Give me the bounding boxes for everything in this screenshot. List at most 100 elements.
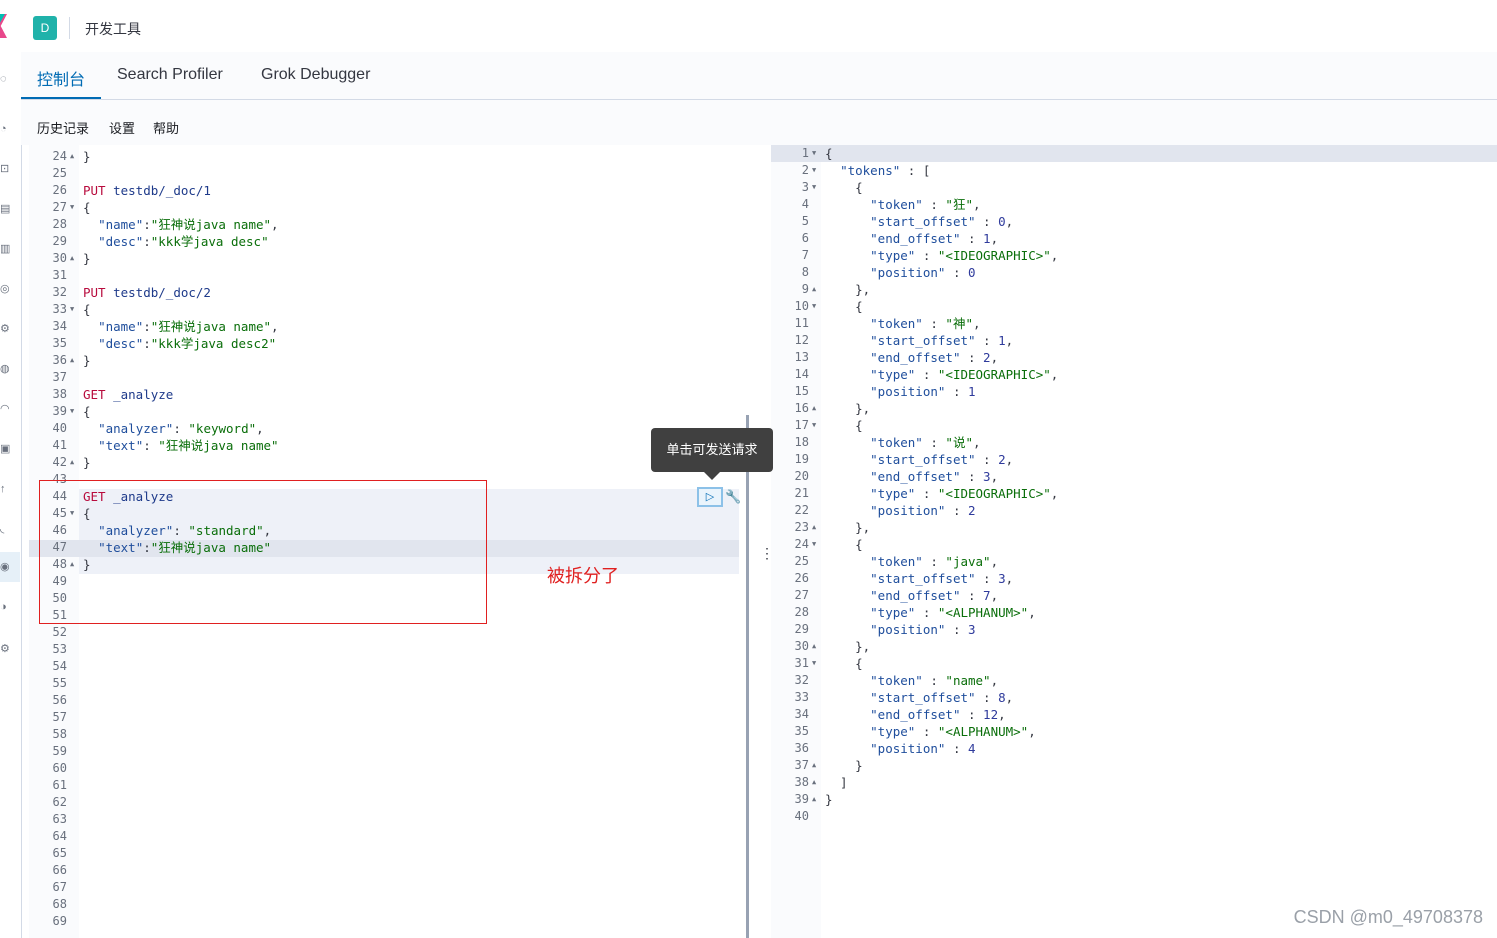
line-number: 23	[794, 520, 809, 534]
line-number: 32	[794, 673, 809, 687]
code-line: "type" : "<ALPHANUM>",	[870, 724, 1036, 739]
canvas-icon[interactable]: ▥	[0, 242, 12, 256]
line-number: 26	[52, 183, 67, 197]
line-number: 37	[794, 758, 809, 772]
line-number: 58	[52, 727, 67, 741]
fold-down-icon[interactable]: ▼	[70, 403, 74, 420]
infra-icon[interactable]: ◍	[0, 362, 12, 376]
uptime-icon[interactable]: ↑	[0, 482, 12, 496]
fold-down-icon[interactable]: ▼	[812, 417, 816, 434]
code-line: "end_offset" : 12,	[870, 707, 1006, 722]
line-number: 12	[794, 333, 809, 347]
send-request-button[interactable]: ▷	[697, 487, 723, 507]
ml-icon[interactable]: ⚙	[0, 322, 12, 336]
line-number: 65	[52, 846, 67, 860]
app-header: D 开发工具	[21, 0, 1497, 53]
monitoring-icon[interactable]: ◑	[0, 600, 12, 614]
fold-up-icon[interactable]: ▲	[70, 352, 74, 369]
apm-icon[interactable]: ▣	[0, 442, 12, 456]
fold-up-icon[interactable]: ▲	[812, 791, 816, 808]
header-divider	[69, 17, 70, 39]
management-icon[interactable]: ⚙	[0, 642, 12, 656]
fold-up-icon[interactable]: ▲	[812, 774, 816, 791]
line-number: 41	[52, 438, 67, 452]
tab-grok-debugger[interactable]: Grok Debugger	[261, 66, 370, 84]
wrench-icon[interactable]: 🔧	[725, 489, 741, 505]
line-number: 29	[52, 234, 67, 248]
tab-search-profiler[interactable]: Search Profiler	[117, 66, 223, 84]
code-line: PUT testdb/_doc/2	[83, 285, 211, 300]
recent-icon[interactable]: ◌	[0, 72, 12, 86]
visualize-icon[interactable]: ⊡	[0, 162, 12, 176]
code-line: "type" : "<IDEOGRAPHIC>",	[870, 248, 1059, 263]
line-number: 64	[52, 829, 67, 843]
line-number: 39	[52, 404, 67, 418]
code-line: {	[825, 146, 833, 161]
logs-icon[interactable]: ◠	[0, 402, 12, 416]
line-number: 60	[52, 761, 67, 775]
siem-icon[interactable]: ◟	[0, 522, 12, 536]
line-number: 2	[801, 163, 809, 177]
settings-link[interactable]: 设置	[109, 118, 135, 137]
line-number: 55	[52, 676, 67, 690]
code-line: }	[83, 455, 91, 470]
history-link[interactable]: 历史记录	[37, 118, 89, 137]
code-line: },	[825, 520, 871, 535]
fold-down-icon[interactable]: ▼	[812, 179, 816, 196]
line-number: 28	[794, 605, 809, 619]
discover-icon[interactable]: ◔	[0, 122, 12, 136]
line-number: 38	[52, 387, 67, 401]
help-link[interactable]: 帮助	[153, 118, 179, 137]
code-line: {	[83, 200, 91, 215]
rail-active-item[interactable]: ◉	[0, 552, 20, 582]
code-line: "start_offset" : 1,	[870, 333, 1014, 348]
tab-console[interactable]: 控制台	[37, 66, 85, 90]
fold-up-icon[interactable]: ▲	[70, 454, 74, 471]
code-line: "start_offset" : 0,	[870, 214, 1014, 229]
fold-up-icon[interactable]: ▲	[70, 250, 74, 267]
line-number: 18	[794, 435, 809, 449]
editor-scrollbar[interactable]	[746, 415, 749, 938]
fold-up-icon[interactable]: ▲	[812, 638, 816, 655]
fold-down-icon[interactable]: ▼	[70, 199, 74, 216]
line-number: 53	[52, 642, 67, 656]
line-number: 34	[52, 319, 67, 333]
response-editor[interactable]: 1 ▼{2 ▼ "tokens" : [3 ▼ {4 "token" : "狂", 5 …	[771, 145, 1497, 938]
code-line: "position" : 3	[870, 622, 976, 637]
code-line: "end_offset" : 1,	[870, 231, 999, 246]
fold-down-icon[interactable]: ▼	[70, 301, 74, 318]
code-line: "position" : 0	[870, 265, 976, 280]
fold-up-icon[interactable]: ▲	[70, 148, 74, 165]
code-line: }	[825, 758, 863, 773]
fold-down-icon[interactable]: ▼	[812, 298, 816, 315]
line-number: 33	[794, 690, 809, 704]
line-number: 56	[52, 693, 67, 707]
line-number: 59	[52, 744, 67, 758]
fold-down-icon[interactable]: ▼	[812, 162, 816, 179]
breadcrumb: 开发工具	[85, 21, 141, 37]
line-number: 52	[52, 625, 67, 639]
line-number: 30	[794, 639, 809, 653]
line-number: 37	[52, 370, 67, 384]
space-avatar[interactable]: D	[33, 16, 57, 40]
line-number: 3	[801, 180, 809, 194]
fold-down-icon[interactable]: ▼	[812, 145, 816, 162]
fold-up-icon[interactable]: ▲	[812, 400, 816, 417]
code-line: "desc":"kkk学java desc"	[98, 234, 269, 249]
line-number: 25	[794, 554, 809, 568]
line-number: 35	[52, 336, 67, 350]
dashboard-icon[interactable]: ▤	[0, 202, 12, 216]
code-line: {	[825, 418, 863, 433]
line-number: 33	[52, 302, 67, 316]
fold-up-icon[interactable]: ▲	[812, 519, 816, 536]
line-number: 10	[794, 299, 809, 313]
fold-up-icon[interactable]: ▲	[812, 281, 816, 298]
line-number: 26	[794, 571, 809, 585]
code-line: "position" : 2	[870, 503, 976, 518]
send-request-tooltip: 单击可发送请求	[651, 428, 773, 472]
fold-up-icon[interactable]: ▲	[812, 757, 816, 774]
maps-icon[interactable]: ◎	[0, 282, 12, 296]
fold-down-icon[interactable]: ▼	[812, 536, 816, 553]
fold-down-icon[interactable]: ▼	[812, 655, 816, 672]
line-number: 20	[794, 469, 809, 483]
